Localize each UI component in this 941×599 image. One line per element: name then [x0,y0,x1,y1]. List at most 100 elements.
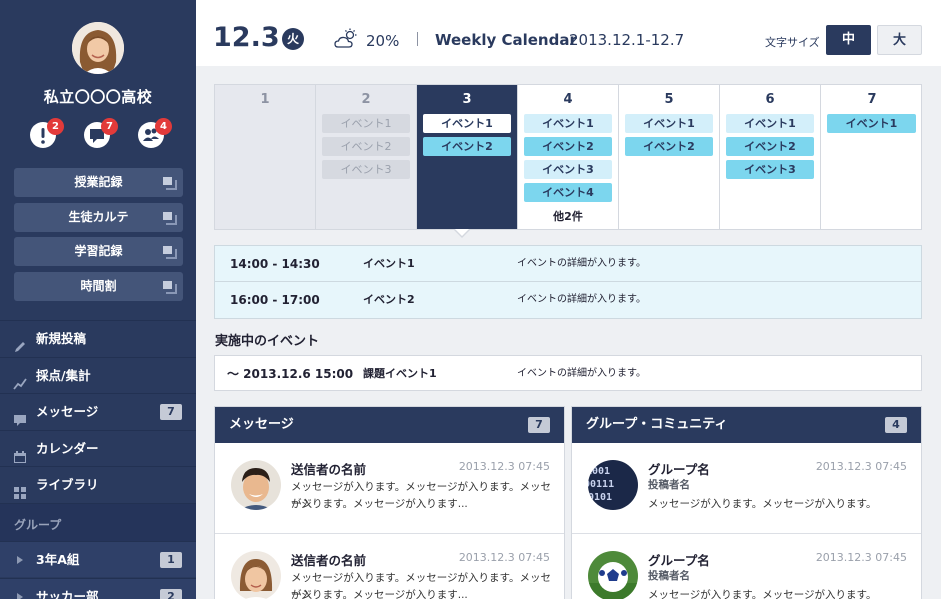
selected-day-pointer-fill [455,229,469,236]
nav-new-post[interactable]: 新規投稿 [0,320,196,356]
day-column-6[interactable]: 6 イベント1 イベント2 イベント3 [720,85,821,229]
day-column-7[interactable]: 7 イベント1 [821,85,923,229]
calendar-icon [13,442,27,463]
event-chip[interactable]: イベント3 [322,160,410,179]
message-line: が入ります。メッセージが入ります... [291,498,468,510]
current-date: 12.3 [213,22,280,53]
event-chip[interactable]: イベント3 [524,160,612,179]
day-number: 2 [361,92,371,107]
day-number: 3 [462,92,472,107]
event-chip[interactable]: イベント2 [726,137,814,156]
detail-name: イベント2 [363,293,415,306]
nav-grading[interactable]: 採点/集計 [0,357,196,393]
study-record-button[interactable]: 学習記録 [14,237,183,266]
event-chip[interactable]: イベント1 [322,114,410,133]
user-avatar[interactable] [72,22,124,74]
nav-label: 採点/集計 [36,368,91,383]
timetable-label: 時間割 [80,279,117,293]
messages-title: メッセージ [229,417,294,432]
detail-row[interactable]: 16:00 - 17:00 イベント2 イベントの詳細が入ります。 [215,282,921,318]
copy-icon [163,281,177,294]
groups-panel: グループ・コミュニティ 4 1001 00111 0101 グループ名 2013.1… [571,406,922,599]
detail-name: イベント1 [363,257,415,270]
chart-icon [13,369,27,390]
day-number: 6 [765,92,775,107]
group-time: 2013.12.3 07:45 [815,460,907,473]
nav-library[interactable]: ライブラリ [0,466,196,502]
cloud-sun-icon [334,28,360,50]
copy-icon [163,177,177,190]
event-chip[interactable]: イベント1 [524,114,612,133]
app: 私立〇〇〇高校 2 7 4 授業記録 生徒カルテ 学習記録 時間割 新規投稿 採… [0,0,941,599]
nav-messages[interactable]: メッセージ 7 [0,393,196,429]
sender-name: 送信者の名前 [291,462,367,477]
group-item[interactable]: グループ名 2013.12.3 07:45 投稿者名 メッセージが入ります。メッ… [572,533,921,599]
message-line: が入ります。メッセージが入ります... [291,589,468,599]
nav-calendar[interactable]: カレンダー [0,430,196,466]
day-column-4[interactable]: 4 イベント1 イベント2 イベント3 イベント4 他2件 [518,85,619,229]
event-chip[interactable]: イベント1 [423,114,511,133]
day-number: 5 [664,92,674,107]
event-chip[interactable]: イベント1 [827,114,916,133]
group-item-soccer[interactable]: サッカー部 2 [0,578,196,599]
font-size-large-button[interactable]: 大 [877,25,922,55]
event-chip[interactable]: イベント4 [524,183,612,202]
font-size-medium-button[interactable]: 中 [826,25,871,55]
ongoing-name: 課題イベント1 [363,367,437,380]
day-column-5[interactable]: 5 イベント1 イベント2 [619,85,720,229]
message-time: 2013.12.3 07:45 [458,551,550,564]
detail-desc: イベントの詳細が入ります。 [517,294,646,305]
copy-icon [163,212,177,225]
more-events-link[interactable]: 他2件 [518,208,618,224]
event-chip[interactable]: イベント1 [726,114,814,133]
event-chip[interactable]: イベント2 [322,137,410,156]
sender-name: 送信者の名前 [291,553,367,568]
event-chip[interactable]: イベント2 [625,137,713,156]
top-header: 12.3 火 20% Weekly Calendar 2013.12.1-12.… [196,0,941,66]
svg-text:0101: 0101 [588,492,612,503]
groups-title: グループ・コミュニティ [586,417,728,432]
messages-panel: メッセージ 7 送信者の名前 2013.12.3 07:45 メッセージが入りま… [214,406,565,599]
day-column-1[interactable]: 1 [215,85,316,229]
weekday-badge: 火 [282,28,304,50]
font-size-label: 文字サイズ [765,36,820,49]
group-avatar: 1001 00111 0101 [588,460,638,510]
school-name: 私立〇〇〇高校 [43,88,153,106]
event-chip[interactable]: イベント1 [625,114,713,133]
group-message: メッセージが入ります。メッセージが入ります。 [648,498,877,510]
sender-avatar [231,551,281,599]
student-chart-button[interactable]: 生徒カルテ [14,203,183,232]
day-column-3[interactable]: 3 イベント1 イベント2 [417,85,518,229]
svg-text:1001: 1001 [588,466,610,477]
day-column-2[interactable]: 2 イベント1 イベント2 イベント3 [316,85,417,229]
class-record-button[interactable]: 授業記録 [14,168,183,197]
group-item-3a[interactable]: 3年A組 1 [0,541,196,577]
message-icon [13,405,27,426]
message-notification[interactable]: 7 [84,118,118,150]
event-chip[interactable]: イベント2 [423,137,511,156]
event-chip[interactable]: イベント3 [726,160,814,179]
group-time: 2013.12.3 07:45 [815,551,907,564]
message-item[interactable]: 送信者の名前 2013.12.3 07:45 メッセージが入ります。メッセージが… [215,443,564,533]
group-message: メッセージが入ります。メッセージが入ります。 [648,589,877,599]
study-record-label: 学習記録 [74,244,123,258]
users-notification[interactable]: 4 [138,118,172,150]
svg-text:00111: 00111 [588,479,614,490]
sidebar: 私立〇〇〇高校 2 7 4 授業記録 生徒カルテ 学習記録 時間割 新規投稿 採… [0,0,196,599]
poster-name: 投稿者名 [648,570,690,582]
messages-header[interactable]: メッセージ 7 [215,407,564,443]
alert-notification[interactable]: 2 [30,118,64,150]
event-chip[interactable]: イベント2 [524,137,612,156]
detail-row[interactable]: 14:00 - 14:30 イベント1 イベントの詳細が入ります。 [215,246,921,282]
message-item[interactable]: 送信者の名前 2013.12.3 07:45 メッセージが入ります。メッセージが… [215,533,564,599]
caret-right-icon [17,593,23,599]
ongoing-row[interactable]: ～ 2013.12.6 15:00 課題イベント1 イベントの詳細が入ります。 [214,355,922,391]
alert-badge: 2 [47,118,64,135]
group-label: 3年A組 [36,552,80,567]
day-number: 7 [867,92,877,107]
group-item[interactable]: 1001 00111 0101 グループ名 2013.12.3 07:45 投稿者名… [572,443,921,533]
day-detail-list: 14:00 - 14:30 イベント1 イベントの詳細が入ります。 16:00 … [214,245,922,319]
timetable-button[interactable]: 時間割 [14,272,183,301]
ongoing-desc: イベントの詳細が入ります。 [517,368,646,379]
groups-header[interactable]: グループ・コミュニティ 4 [572,407,921,443]
